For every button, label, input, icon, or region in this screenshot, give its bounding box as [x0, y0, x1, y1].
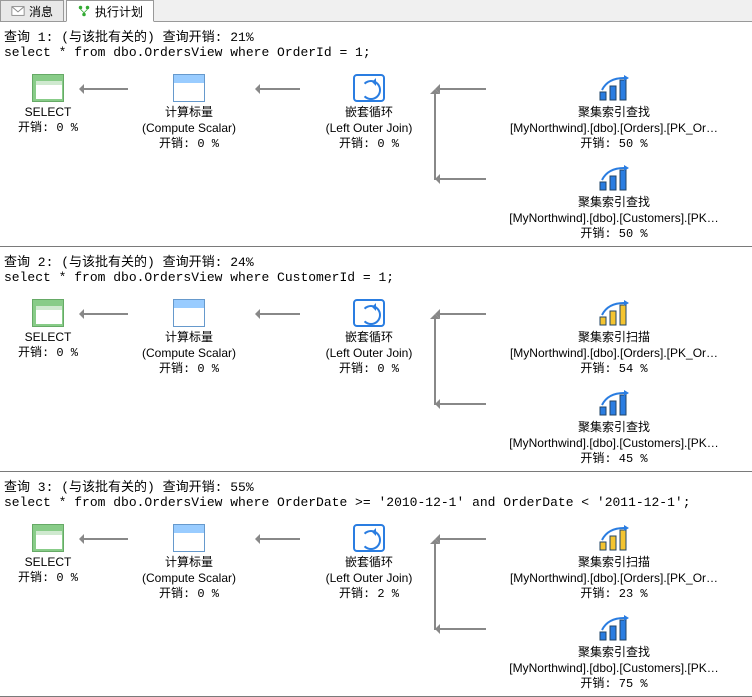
plan-node-index-bottom[interactable]: 聚集索引查找 [MyNorthwind].[dbo].[Customers].[…: [484, 614, 744, 693]
plan-diagram[interactable]: SELECT 开销: 0 % 计算标量 (Compute Scalar) 开销:…: [4, 64, 748, 240]
plan-arrow: [436, 88, 486, 90]
plan-arrow: [256, 88, 300, 90]
plan-arrow: [80, 538, 128, 540]
plan-node-compute-scalar[interactable]: 计算标量 (Compute Scalar) 开销: 0 %: [124, 299, 254, 378]
plan-arrow-vertical: [434, 315, 436, 405]
plan-arrow: [256, 538, 300, 540]
nested-loop-icon: [353, 524, 385, 552]
index-scan-icon: [598, 299, 630, 327]
plan-arrow-vertical: [434, 540, 436, 630]
query-sql: select * from dbo.OrdersView where Custo…: [4, 270, 748, 285]
plan-node-nested-loop[interactable]: 嵌套循环 (Left Outer Join) 开销: 2 %: [294, 524, 444, 603]
plan-node-select[interactable]: SELECT 开销: 0 %: [18, 299, 78, 361]
plan-arrow: [80, 88, 128, 90]
plan-arrow: [256, 313, 300, 315]
plan-diagram[interactable]: SELECT 开销: 0 % 计算标量 (Compute Scalar) 开销:…: [4, 514, 748, 690]
plan-node-index-top[interactable]: 聚集索引查找 [MyNorthwind].[dbo].[Orders].[PK_…: [484, 74, 744, 153]
select-icon: [32, 74, 64, 102]
plan-node-compute-scalar[interactable]: 计算标量 (Compute Scalar) 开销: 0 %: [124, 74, 254, 153]
compute-scalar-icon: [173, 524, 205, 552]
plan-arrow: [80, 313, 128, 315]
plan-arrow: [436, 403, 486, 405]
plan-node-nested-loop[interactable]: 嵌套循环 (Left Outer Join) 开销: 0 %: [294, 74, 444, 153]
plan-arrow: [436, 628, 486, 630]
query-sql: select * from dbo.OrdersView where Order…: [4, 495, 748, 510]
index-seek-icon: [598, 614, 630, 642]
select-icon: [32, 299, 64, 327]
nested-loop-icon: [353, 299, 385, 327]
compute-scalar-icon: [173, 74, 205, 102]
tab-label: 消息: [29, 3, 53, 20]
query-block: 查询 1: (与该批有关的) 查询开销: 21% select * from d…: [0, 22, 752, 247]
index-seek-icon: [598, 164, 630, 192]
plan-node-index-top[interactable]: 聚集索引扫描 [MyNorthwind].[dbo].[Orders].[PK_…: [484, 524, 744, 603]
execution-plan-icon: [77, 4, 91, 18]
tab-bar: 消息 执行计划: [0, 0, 752, 22]
messages-icon: [11, 4, 25, 18]
plan-node-index-bottom[interactable]: 聚集索引查找 [MyNorthwind].[dbo].[Customers].[…: [484, 164, 744, 243]
select-icon: [32, 524, 64, 552]
plan-node-select[interactable]: SELECT 开销: 0 %: [18, 524, 78, 586]
nested-loop-icon: [353, 74, 385, 102]
execution-plan-area: 查询 1: (与该批有关的) 查询开销: 21% select * from d…: [0, 22, 752, 697]
plan-node-index-top[interactable]: 聚集索引扫描 [MyNorthwind].[dbo].[Orders].[PK_…: [484, 299, 744, 378]
plan-node-select[interactable]: SELECT 开销: 0 %: [18, 74, 78, 136]
compute-scalar-icon: [173, 299, 205, 327]
query-block: 查询 2: (与该批有关的) 查询开销: 24% select * from d…: [0, 247, 752, 472]
plan-node-compute-scalar[interactable]: 计算标量 (Compute Scalar) 开销: 0 %: [124, 524, 254, 603]
plan-arrow-vertical: [434, 90, 436, 180]
plan-node-index-bottom[interactable]: 聚集索引查找 [MyNorthwind].[dbo].[Customers].[…: [484, 389, 744, 468]
plan-arrow: [436, 313, 486, 315]
plan-node-nested-loop[interactable]: 嵌套循环 (Left Outer Join) 开销: 0 %: [294, 299, 444, 378]
tab-messages[interactable]: 消息: [0, 0, 64, 21]
tab-label: 执行计划: [95, 3, 143, 20]
plan-arrow: [436, 538, 486, 540]
index-seek-icon: [598, 389, 630, 417]
index-scan-icon: [598, 524, 630, 552]
plan-diagram[interactable]: SELECT 开销: 0 % 计算标量 (Compute Scalar) 开销:…: [4, 289, 748, 465]
query-header: 查询 2: (与该批有关的) 查询开销: 24%: [4, 251, 748, 270]
index-seek-icon: [598, 74, 630, 102]
query-header: 查询 3: (与该批有关的) 查询开销: 55%: [4, 476, 748, 495]
tab-execution-plan[interactable]: 执行计划: [66, 0, 154, 22]
query-header: 查询 1: (与该批有关的) 查询开销: 21%: [4, 26, 748, 45]
query-block: 查询 3: (与该批有关的) 查询开销: 55% select * from d…: [0, 472, 752, 697]
plan-arrow: [436, 178, 486, 180]
query-sql: select * from dbo.OrdersView where Order…: [4, 45, 748, 60]
